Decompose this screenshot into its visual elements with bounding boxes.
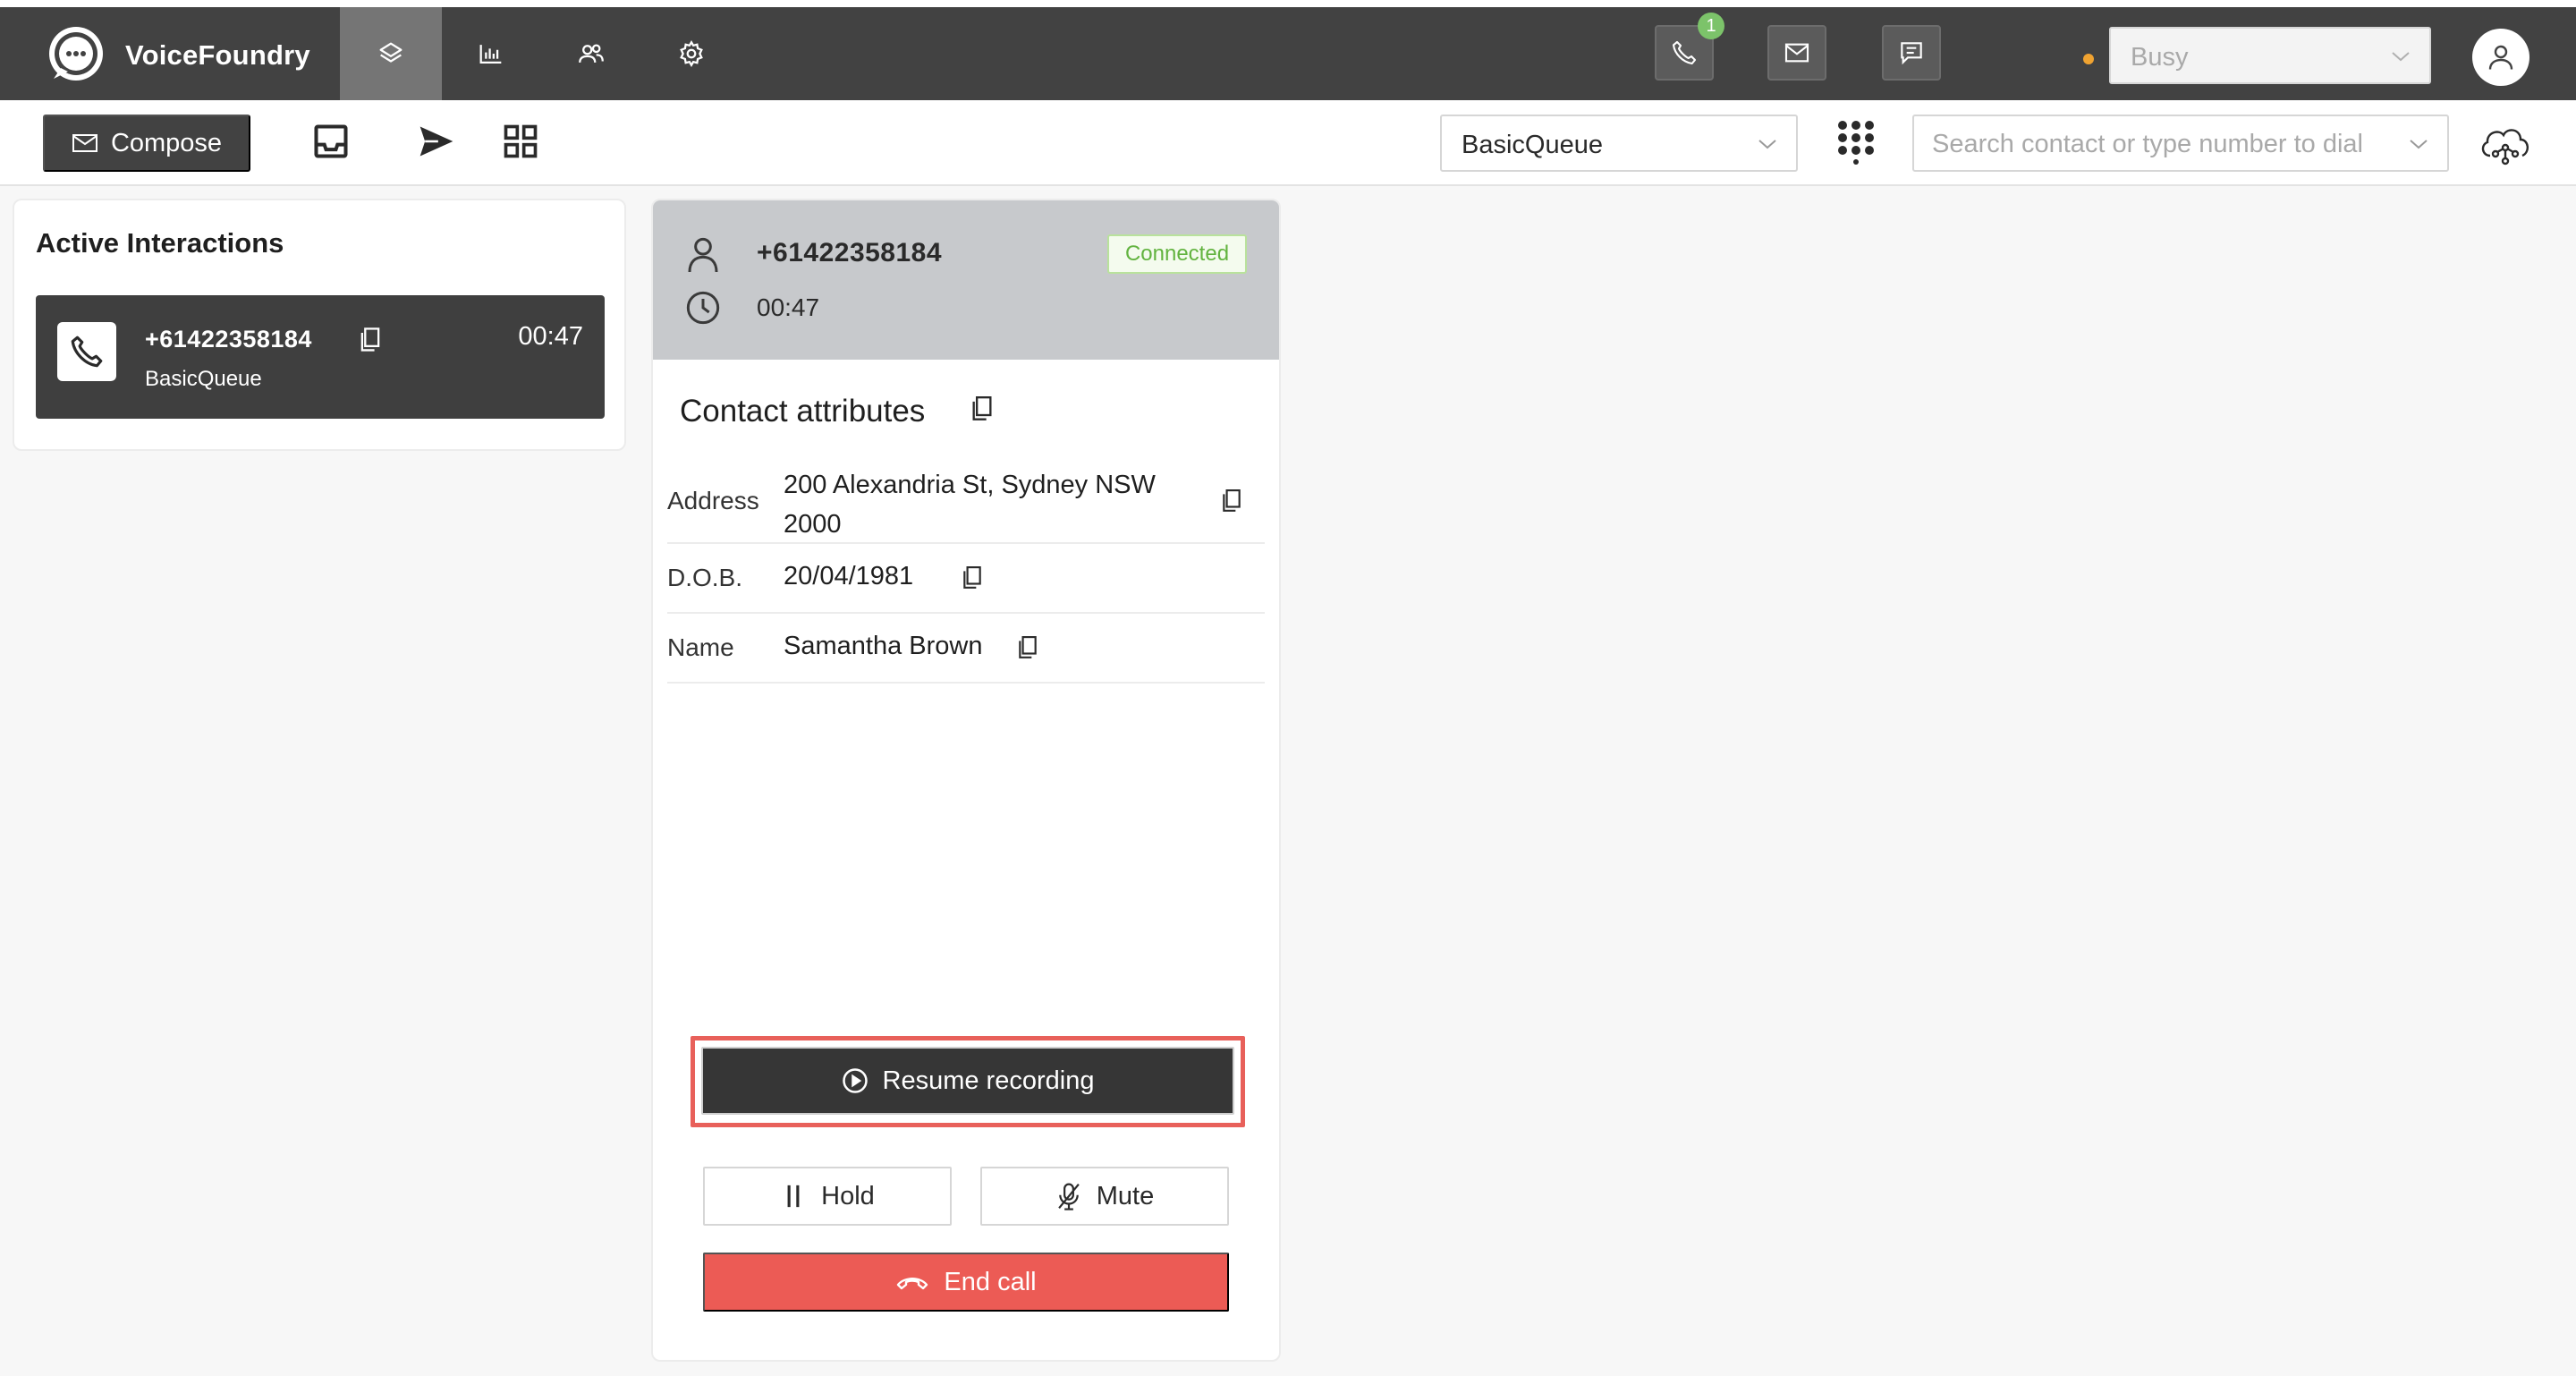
contact-number: +61422358184 — [757, 238, 943, 268]
microphone-off-icon — [1057, 1183, 1080, 1210]
attribute-label: Address — [667, 487, 759, 514]
clock-icon — [686, 291, 720, 325]
chart-icon — [479, 45, 502, 64]
copy-icon[interactable] — [961, 564, 984, 592]
hangup-icon — [897, 1278, 928, 1290]
connection-status-badge: Connected — [1107, 234, 1247, 274]
attribute-label: Name — [667, 633, 734, 661]
interaction-number: +61422358184 — [145, 326, 312, 352]
copy-icon[interactable] — [1220, 487, 1243, 515]
hold-label: Hold — [821, 1181, 875, 1210]
active-interactions-title: Active Interactions — [36, 227, 284, 259]
attribute-value: 200 Alexandria St, Sydney NSW 2000 — [784, 471, 1156, 539]
brand-name: VoiceFoundry — [125, 39, 310, 71]
dialpad-button[interactable] — [1835, 118, 1877, 165]
user-avatar-button[interactable] — [2472, 29, 2529, 86]
user-icon — [2488, 45, 2513, 70]
call-duration: 00:47 — [757, 293, 820, 321]
mute-button[interactable]: Mute — [980, 1167, 1229, 1226]
hold-button[interactable]: Hold — [703, 1167, 952, 1226]
mail-icon — [72, 134, 97, 152]
inbox-icon — [314, 124, 348, 158]
voicefoundry-logo-icon — [49, 27, 103, 81]
phone-icon — [71, 336, 103, 368]
status-indicator-dot — [2083, 54, 2094, 64]
attribute-row-dob: D.O.B. 20/04/1981 — [667, 544, 1265, 614]
gear-icon — [680, 40, 703, 67]
layers-icon — [379, 42, 402, 63]
dial-search-input[interactable] — [1932, 129, 2397, 159]
attribute-row-name: Name Samantha Brown — [667, 614, 1265, 684]
active-interactions-panel: Active Interactions +61422358184 BasicQu… — [13, 199, 626, 451]
mute-label: Mute — [1096, 1181, 1155, 1210]
attribute-label: D.O.B. — [667, 564, 743, 591]
dialpad-icon — [1838, 121, 1874, 165]
contact-attributes-title: Contact attributes — [680, 394, 926, 429]
attribute-row-address: Address 200 Alexandria St, Sydney NSW 20… — [667, 460, 1265, 544]
contact-header: +61422358184 Connected 00:47 — [653, 200, 1279, 360]
send-icon — [419, 126, 453, 157]
apps-grid-button[interactable] — [497, 118, 544, 165]
resume-recording-label: Resume recording — [882, 1066, 1095, 1095]
queue-select-value: BasicQueue — [1462, 131, 1603, 159]
chevron-down-icon — [1758, 140, 1776, 149]
nav-reports[interactable] — [440, 7, 542, 100]
nav-contacts[interactable] — [540, 7, 642, 100]
secondary-toolbar: Compose BasicQueue — [0, 100, 2576, 186]
attribute-value: 20/04/1981 — [784, 562, 914, 590]
copy-icon[interactable] — [970, 394, 995, 424]
interaction-card[interactable]: +61422358184 BasicQueue 00:47 — [36, 295, 605, 419]
dial-search-field[interactable] — [1912, 115, 2449, 172]
call-type-badge — [57, 322, 116, 381]
play-circle-icon — [842, 1068, 868, 1093]
window-top-edge — [0, 0, 2576, 7]
user-icon — [688, 237, 718, 273]
resume-recording-button[interactable]: Resume recording — [701, 1047, 1234, 1115]
people-icon — [579, 44, 604, 64]
end-call-button[interactable]: End call — [703, 1253, 1229, 1312]
copy-icon[interactable] — [1016, 633, 1039, 662]
phone-icon — [1672, 40, 1697, 65]
copy-icon[interactable] — [358, 326, 383, 354]
interaction-queue: BasicQueue — [145, 367, 262, 391]
nav-interactions[interactable] — [340, 7, 442, 100]
email-channel-button[interactable] — [1767, 25, 1826, 81]
chat-channel-button[interactable] — [1882, 25, 1941, 81]
cloud-network-icon[interactable] — [2478, 118, 2533, 170]
agent-status-select[interactable]: Busy — [2109, 27, 2431, 84]
phone-notification-badge: 1 — [1698, 13, 1724, 39]
interaction-timer: 00:47 — [518, 322, 583, 351]
queue-select[interactable]: BasicQueue — [1440, 115, 1798, 172]
sent-button[interactable] — [413, 118, 460, 165]
chat-icon — [1901, 42, 1922, 65]
inbox-button[interactable] — [308, 118, 354, 165]
pause-icon — [787, 1185, 800, 1208]
contact-detail-panel: +61422358184 Connected 00:47 Contact att… — [651, 199, 1281, 1362]
agent-status-value: Busy — [2131, 43, 2189, 72]
attribute-value: Samantha Brown — [784, 632, 983, 660]
compose-label: Compose — [110, 128, 223, 157]
end-call-label: End call — [944, 1267, 1037, 1296]
top-navigation-bar: VoiceFoundry 1 Busy — [0, 7, 2576, 100]
nav-settings[interactable] — [640, 7, 742, 100]
chevron-down-icon — [2392, 52, 2410, 62]
chevron-down-icon — [2410, 140, 2428, 149]
compose-button[interactable]: Compose — [43, 115, 250, 172]
mail-icon — [1784, 43, 1809, 63]
grid-icon — [504, 124, 538, 158]
